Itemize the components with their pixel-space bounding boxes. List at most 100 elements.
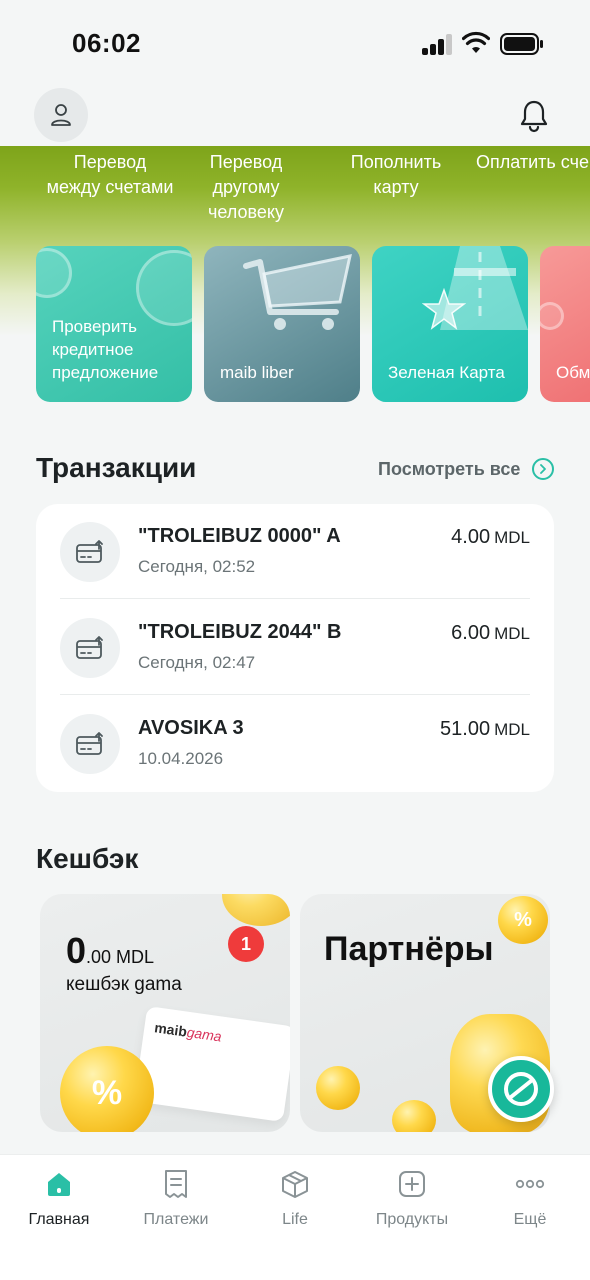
quick-action-label: между счетами bbox=[46, 177, 174, 197]
nav-item-home[interactable]: Главная bbox=[4, 1167, 114, 1247]
profile-avatar-button[interactable] bbox=[34, 88, 88, 142]
promo-label: Зеленая Карта bbox=[388, 363, 505, 382]
card-transfer-icon bbox=[60, 714, 120, 774]
transaction-amount-value: 51.00 bbox=[440, 718, 491, 740]
quick-action-transfer-to-person[interactable]: Перевод другому человеку bbox=[186, 150, 306, 225]
transaction-amount: 6.00 MDL bbox=[451, 622, 530, 645]
battery-icon bbox=[500, 33, 543, 55]
transaction-merchant: "TROLEIBUZ 2044" B bbox=[138, 621, 342, 643]
cashback-gama-card[interactable]: 0.00 MDL кешбэк gama 1 maibgama % bbox=[40, 894, 290, 1132]
promo-label-line: предложение bbox=[52, 363, 159, 382]
card-transfer-icon bbox=[60, 618, 120, 678]
logo-prefix: maib bbox=[153, 1019, 189, 1040]
transaction-date: Сегодня, 02:52 bbox=[138, 557, 256, 576]
quick-actions: Перевод между счетами Перевод другому че… bbox=[0, 150, 590, 230]
top-header bbox=[0, 88, 590, 148]
star-icon bbox=[422, 288, 466, 330]
nav-item-payments[interactable]: Платежи bbox=[121, 1167, 231, 1247]
coin-decoration bbox=[392, 1100, 436, 1132]
quick-action-label: карту bbox=[373, 177, 419, 197]
transaction-date: 10.04.2026 bbox=[138, 749, 224, 768]
promo-label: Проверить кредитное предложение bbox=[52, 315, 158, 384]
card-transfer-icon bbox=[60, 522, 120, 582]
status-time: 06:02 bbox=[72, 28, 141, 58]
transaction-amount-value: 4.00 bbox=[451, 526, 491, 548]
cashback-amount-decimal: .00 MDL bbox=[86, 947, 155, 967]
quick-action-top-up-card[interactable]: Пополнить карту bbox=[336, 150, 456, 200]
logo-suffix: gama bbox=[185, 1023, 223, 1045]
cashback-amount-integer: 0 bbox=[66, 930, 87, 971]
transaction-amount: 4.00 MDL bbox=[451, 526, 530, 549]
cashback-subtitle: кешбэк gama bbox=[66, 974, 182, 995]
coin-decoration bbox=[36, 248, 72, 298]
quick-action-transfer-between-accounts[interactable]: Перевод между счетами bbox=[22, 150, 198, 200]
promo-label: maib liber bbox=[220, 363, 294, 382]
percent-coin-icon: % bbox=[60, 1046, 154, 1132]
transaction-row[interactable]: "TROLEIBUZ 2044" B Сегодня, 02:47 6.00 MD… bbox=[36, 600, 554, 696]
nav-item-life[interactable]: Life bbox=[240, 1167, 350, 1247]
promo-label-line: кредитное bbox=[52, 340, 134, 359]
quick-action-label: Пополнить bbox=[350, 152, 442, 172]
shopping-cart-icon bbox=[243, 254, 352, 330]
chevron-right-icon bbox=[532, 458, 555, 480]
transaction-currency: MDL bbox=[494, 624, 530, 643]
receipt-icon bbox=[159, 1167, 193, 1201]
view-all-label: Посмотреть все bbox=[378, 458, 521, 479]
nav-label: Life bbox=[282, 1211, 308, 1228]
box-icon bbox=[278, 1167, 312, 1201]
divider bbox=[60, 694, 530, 695]
cashback-title: Кешбэк bbox=[36, 843, 139, 874]
promo-card-credit-offer[interactable]: Проверить кредитное предложение bbox=[36, 246, 192, 402]
coin-decoration bbox=[222, 894, 290, 926]
notifications-button[interactable] bbox=[514, 96, 554, 136]
promo-carousel[interactable]: Проверить кредитное предложение maib lib… bbox=[0, 246, 590, 402]
cellular-signal-icon bbox=[422, 33, 454, 55]
promo-label: Обм bbox=[556, 363, 590, 382]
quick-action-pay-bills[interactable]: Оплатить сче bbox=[476, 150, 590, 175]
transaction-row[interactable]: "TROLEIBUZ 0000" A Сегодня, 02:52 4.00 MD… bbox=[36, 504, 554, 600]
bell-icon bbox=[520, 100, 548, 133]
transaction-amount-value: 6.00 bbox=[451, 622, 491, 644]
more-icon bbox=[513, 1167, 547, 1201]
quick-action-label: Перевод bbox=[73, 152, 147, 172]
gama-logo-icon bbox=[504, 1072, 538, 1106]
wifi-icon bbox=[462, 31, 490, 53]
transaction-currency: MDL bbox=[494, 528, 530, 547]
maib-gama-card-image: maibgama bbox=[134, 1006, 290, 1122]
nav-label: Ещё bbox=[513, 1211, 547, 1228]
user-icon bbox=[51, 104, 71, 126]
quick-action-label: Перевод bbox=[209, 152, 283, 172]
home-icon bbox=[42, 1167, 76, 1201]
transaction-merchant: AVOSIKA 3 bbox=[138, 717, 244, 739]
divider bbox=[60, 598, 530, 599]
notification-badge: 1 bbox=[228, 926, 264, 962]
transactions-title: Транзакции bbox=[36, 452, 197, 483]
transaction-amount: 51.00 MDL bbox=[440, 718, 530, 741]
nav-item-more[interactable]: Ещё bbox=[475, 1167, 585, 1247]
nav-label: Платежи bbox=[143, 1211, 209, 1228]
transactions-list: "TROLEIBUZ 0000" A Сегодня, 02:52 4.00 MD… bbox=[36, 504, 554, 792]
gama-assistant-button[interactable] bbox=[488, 1056, 554, 1122]
status-bar: 06:02 bbox=[0, 0, 590, 88]
cashback-amount: 0.00 MDL bbox=[66, 930, 154, 972]
plus-square-icon bbox=[395, 1167, 429, 1201]
promo-card-maib-liber[interactable]: maib liber bbox=[204, 246, 360, 402]
percent-coin-icon: % bbox=[498, 896, 548, 944]
quick-action-label: другому bbox=[212, 177, 280, 197]
transaction-row[interactable]: AVOSIKA 3 10.04.2026 51.00 MDL bbox=[36, 696, 554, 792]
promo-card-green-card[interactable]: Зеленая Карта bbox=[372, 246, 528, 402]
partners-title: Партнёры bbox=[324, 930, 494, 968]
promo-label-line: Проверить bbox=[52, 317, 138, 336]
coin-decoration bbox=[316, 1066, 360, 1110]
transaction-currency: MDL bbox=[494, 720, 530, 739]
nav-label: Главная bbox=[28, 1211, 90, 1228]
coin-decoration bbox=[540, 302, 564, 330]
nav-label: Продукты bbox=[375, 1211, 449, 1228]
quick-action-label: человеку bbox=[208, 202, 284, 222]
bottom-navigation: Главная Платежи Life Продукты Ещё bbox=[0, 1154, 590, 1280]
transaction-date: Сегодня, 02:47 bbox=[138, 653, 256, 672]
quick-action-label: Оплатить сче bbox=[476, 152, 589, 172]
nav-item-products[interactable]: Продукты bbox=[357, 1167, 467, 1247]
promo-card-exchange[interactable]: Обм bbox=[540, 246, 590, 402]
view-all-transactions-link[interactable]: Посмотреть все bbox=[378, 456, 555, 482]
